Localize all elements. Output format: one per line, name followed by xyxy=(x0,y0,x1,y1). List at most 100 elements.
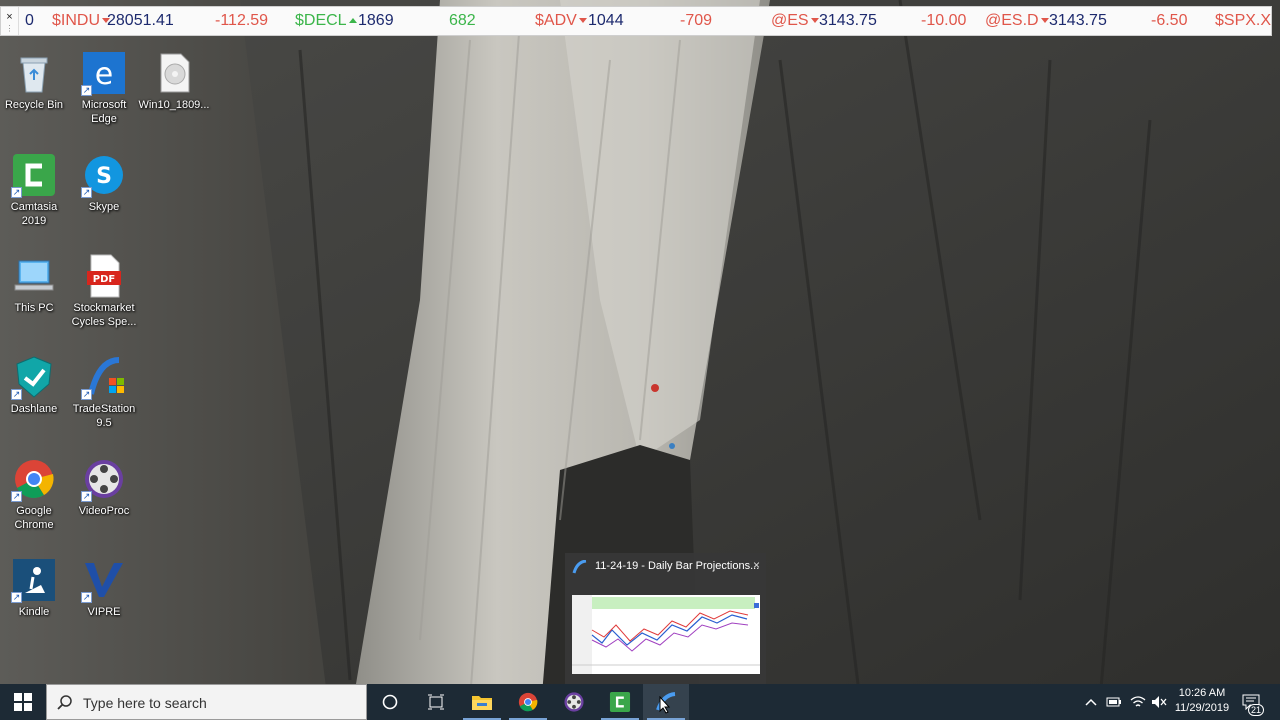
desktop-icon-skype[interactable]: S ↗ Skype xyxy=(68,152,140,214)
desktop-icon-vipre[interactable]: ↗ VIPRE xyxy=(68,557,140,619)
desktop-icon-kindle[interactable]: ↗ Kindle xyxy=(0,557,70,619)
desktop-icon-label: Dashlane xyxy=(10,403,58,415)
ticker-symbol: $DECL xyxy=(295,12,357,30)
taskbar-app-camtasia[interactable] xyxy=(597,684,643,720)
mouse-cursor-icon xyxy=(659,696,671,714)
start-button[interactable] xyxy=(0,684,46,720)
ticker-value: 3143.75 xyxy=(819,12,877,29)
cortana-icon xyxy=(382,694,398,710)
dashlane-icon: ↗ xyxy=(11,354,57,400)
ticker-value: 28051.41 xyxy=(107,12,174,29)
desktop-icon-label: Camtasia 2019 xyxy=(10,201,58,227)
preview-title: 11-24-19 - Daily Bar Projections... xyxy=(595,560,760,572)
desktop-icon-label: Microsoft Edge xyxy=(81,99,127,125)
svg-text:PDF: PDF xyxy=(93,274,115,285)
desktop-icon-dashlane[interactable]: ↗ Dashlane xyxy=(0,354,70,416)
ticker-close-button[interactable]: × ⋮ xyxy=(1,7,19,35)
videoproc-icon: ↗ xyxy=(81,456,127,502)
ticker-value: 1044 xyxy=(588,12,624,29)
desktop-icon-camtasia[interactable]: ↗ Camtasia 2019 xyxy=(0,152,70,228)
tray-network-button[interactable] xyxy=(1127,684,1149,720)
disc-image-icon xyxy=(151,50,197,96)
stock-ticker-bar: × ⋮ 0 $INDU 28051.41 -112.59 $DECL 1869 … xyxy=(0,6,1272,36)
clock-date: 11/29/2019 xyxy=(1174,702,1230,714)
speaker-muted-icon xyxy=(1152,696,1167,708)
down-arrow-icon xyxy=(1040,18,1049,24)
shortcut-arrow-icon: ↗ xyxy=(11,491,22,502)
desktop-icon-label: Skype xyxy=(88,201,120,213)
ticker-change: 682 xyxy=(449,12,476,29)
preview-thumbnail xyxy=(572,595,760,674)
desktop-icon-microsoft-edge[interactable]: e ↗ Microsoft Edge xyxy=(68,50,140,126)
desktop-icon-label: TradeStation 9.5 xyxy=(72,403,136,429)
taskbar-app-videoproc[interactable] xyxy=(551,684,597,720)
grip-icon: ⋮ xyxy=(5,24,14,33)
recycle-bin-icon xyxy=(11,50,57,96)
ticker-symbol: @ES.D xyxy=(985,12,1049,30)
desktop-icon-google-chrome[interactable]: ↗ Google Chrome xyxy=(0,456,70,532)
down-arrow-icon xyxy=(810,18,819,24)
shortcut-arrow-icon: ↗ xyxy=(81,592,92,603)
ticker-symbol: $SPX.X xyxy=(1215,12,1272,29)
desktop-icon-label: Recycle Bin xyxy=(4,99,64,111)
folder-icon xyxy=(472,696,492,710)
ticker-value: 1869 xyxy=(358,12,394,29)
tradestation-icon xyxy=(572,560,587,574)
taskbar-clock[interactable]: 10:26 AM 11/29/2019 xyxy=(1170,686,1234,716)
taskbar-window-preview[interactable]: 11-24-19 - Daily Bar Projections... × xyxy=(565,553,766,684)
chrome-icon: ↗ xyxy=(11,456,57,502)
taskbar-search-box[interactable]: Type here to search xyxy=(46,684,367,720)
close-icon: × xyxy=(6,11,13,23)
desktop-icon-this-pc[interactable]: This PC xyxy=(0,253,70,315)
camtasia-icon xyxy=(609,691,631,713)
preview-close-button[interactable]: × xyxy=(753,558,760,572)
this-pc-icon xyxy=(11,253,57,299)
tray-volume-button[interactable] xyxy=(1149,684,1169,720)
pdf-icon: PDF xyxy=(81,253,127,299)
ticker-change: -112.59 xyxy=(215,12,269,29)
wifi-icon xyxy=(1130,696,1146,707)
cortana-button[interactable] xyxy=(367,684,413,720)
ticker-row: 0 $INDU 28051.41 -112.59 $DECL 1869 682 … xyxy=(19,7,1271,35)
battery-plug-icon xyxy=(1106,697,1121,707)
desktop-icon-label: This PC xyxy=(14,302,54,314)
ticker-change: -10.00 xyxy=(921,12,967,29)
show-hidden-icons-button[interactable] xyxy=(1082,684,1100,720)
desktop-icon-videoproc[interactable]: ↗ VideoProc xyxy=(68,456,140,518)
desktop-icon-recycle-bin[interactable]: Recycle Bin xyxy=(0,50,70,112)
kindle-icon: ↗ xyxy=(11,557,57,603)
taskbar-app-chrome[interactable] xyxy=(505,684,551,720)
desktop-icon-stockmarket-pdf[interactable]: PDF Stockmarket Cycles Spe... xyxy=(68,253,140,329)
desktop-icon-label: VIPRE xyxy=(87,606,121,618)
tradestation-icon: ↗ xyxy=(81,354,127,400)
clock-time: 10:26 AM xyxy=(1178,687,1226,699)
up-arrow-icon xyxy=(348,18,357,24)
task-view-icon xyxy=(428,694,444,710)
ticker-symbol: @ES xyxy=(771,12,819,30)
taskbar-app-file-explorer[interactable] xyxy=(459,684,505,720)
taskbar-app-tradestation[interactable] xyxy=(643,684,689,720)
desktop-icon-label: Stockmarket Cycles Spe... xyxy=(71,302,137,328)
shortcut-arrow-icon: ↗ xyxy=(11,187,22,198)
desktop-icon-win10-iso[interactable]: Win10_1809... xyxy=(138,50,210,112)
chrome-icon xyxy=(518,692,538,712)
camtasia-icon: ↗ xyxy=(11,152,57,198)
tray-power-button[interactable] xyxy=(1103,684,1125,720)
down-arrow-icon xyxy=(578,18,587,24)
svg-text:S: S xyxy=(96,164,112,189)
skype-icon: S ↗ xyxy=(81,152,127,198)
chevron-up-icon xyxy=(1085,698,1097,706)
shortcut-arrow-icon: ↗ xyxy=(11,389,22,400)
desktop-icon-label: Win10_1809... xyxy=(138,99,210,111)
ticker-value: 0 xyxy=(25,12,34,29)
search-placeholder: Type here to search xyxy=(83,695,207,711)
desktop-icon-tradestation[interactable]: ↗ TradeStation 9.5 xyxy=(68,354,140,430)
ticker-value: 3143.75 xyxy=(1049,12,1107,29)
edge-icon: e ↗ xyxy=(81,50,127,96)
ticker-symbol: $INDU xyxy=(52,12,111,30)
ticker-symbol: $ADV xyxy=(535,12,587,30)
task-view-button[interactable] xyxy=(413,684,459,720)
action-center-button[interactable]: 21 xyxy=(1236,684,1266,720)
desktop-icon-label: Kindle xyxy=(18,606,50,618)
notification-count-badge: 21 xyxy=(1247,704,1264,716)
